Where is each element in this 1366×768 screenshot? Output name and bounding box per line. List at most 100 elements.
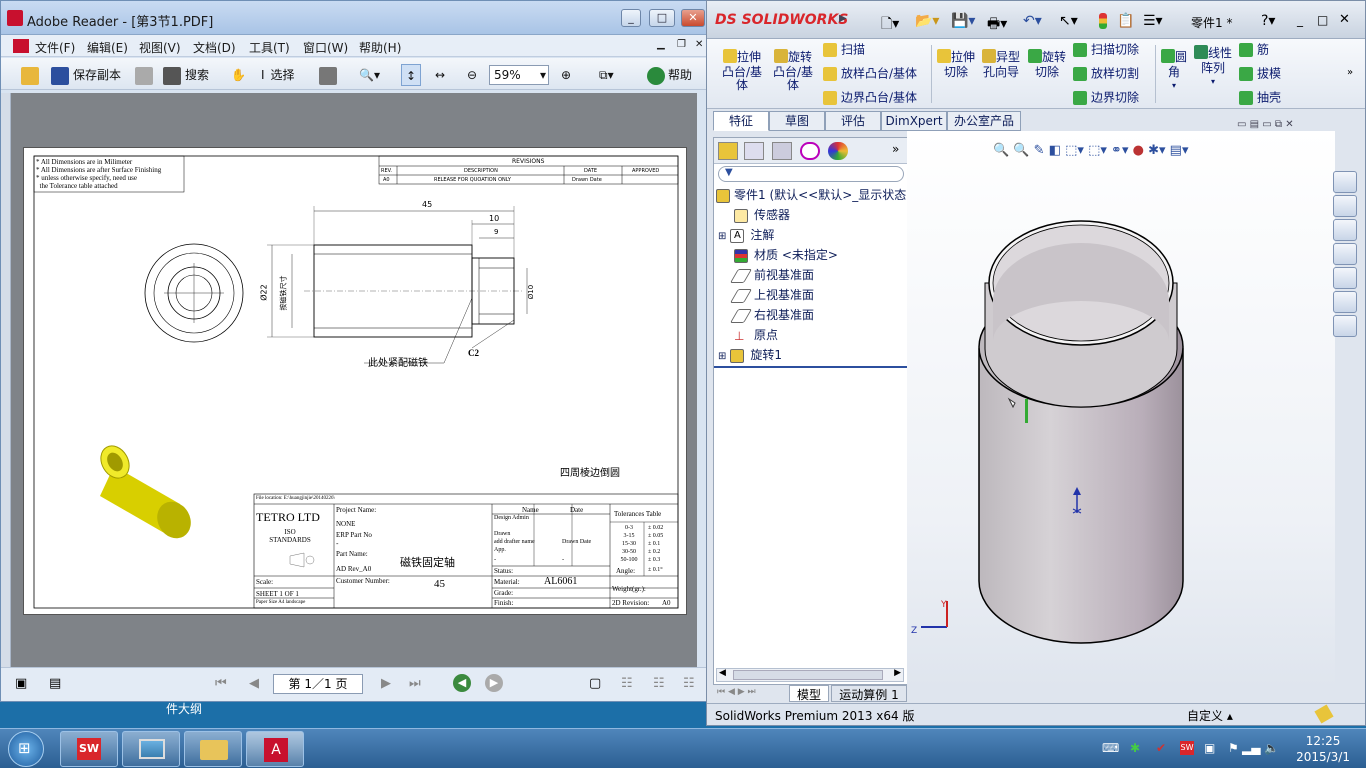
menu-tools[interactable]: 工具(T) — [249, 39, 290, 56]
new-doc-icon[interactable]: 🗋▾ — [881, 13, 899, 37]
tab-features[interactable]: 特征 — [713, 111, 769, 131]
units-customize[interactable]: 自定义 ▴ — [1187, 707, 1233, 724]
fit-page-icon[interactable]: ↕ — [401, 64, 422, 86]
sw-menu-arrow-icon[interactable]: ▶ — [839, 13, 847, 24]
reader-left-panel[interactable] — [1, 93, 11, 667]
revolve-cut-button[interactable]: 旋转切除 — [1027, 49, 1067, 79]
sw-tray-icon[interactable]: SW — [1180, 741, 1194, 755]
flag-icon[interactable]: ⚑ — [1228, 741, 1239, 755]
graphics-area[interactable]: ▭ ▤ ▭ ⧉ ✕ 🔍 🔍 ✎ ◧ ⬚▾ ⬚▾ ⚭▾ ● ✱▾ ▤▾ Z Y — [907, 119, 1335, 687]
maximize-button[interactable]: □ — [649, 9, 675, 27]
extrude-cut-button[interactable]: 拉伸切除 — [937, 49, 975, 79]
boundary-boss-button[interactable]: 边界凸台/基体 — [823, 91, 917, 105]
tab-evaluate[interactable]: 评估 — [825, 111, 881, 131]
rollback-bar[interactable] — [714, 366, 908, 368]
zoom-in-icon[interactable]: ⊕ — [561, 64, 571, 86]
sweep-button[interactable]: 扫描 — [823, 43, 865, 57]
tree-item-revolve1[interactable]: ⊞ 旋转1 — [718, 346, 782, 363]
appearances-icon[interactable] — [1333, 291, 1357, 313]
loft-button[interactable]: 放样凸台/基体 — [823, 67, 917, 81]
tree-item-material[interactable]: 材质 <未指定> — [734, 246, 838, 263]
design-library-icon[interactable] — [1333, 195, 1357, 217]
custom-properties-icon[interactable] — [1333, 315, 1357, 337]
help-icon[interactable]: ?▾ — [1261, 13, 1275, 29]
viewport-tile-icon[interactable]: ▤ — [1250, 119, 1259, 130]
shell-button[interactable]: 抽壳 — [1239, 91, 1281, 105]
fit-width-icon[interactable]: ↔ — [435, 64, 445, 86]
file-properties-icon[interactable]: 📋 — [1117, 13, 1134, 29]
expand-plus-icon[interactable]: ⊞ — [718, 231, 726, 242]
menu-window[interactable]: 窗口(W) — [303, 39, 348, 56]
keyboard-icon[interactable]: ⌨ — [1102, 741, 1119, 755]
close-button[interactable]: ✕ — [681, 9, 705, 27]
tree-horizontal-scrollbar[interactable]: ◀ ▶ — [716, 668, 904, 682]
menu-document[interactable]: 文档(D) — [193, 39, 236, 56]
sw-minimize-button[interactable]: _ — [1297, 13, 1303, 27]
taskbar-clock[interactable]: 12:25 2015/3/1 — [1296, 733, 1350, 765]
revolve-boss-button[interactable]: 旋转凸台/基体 — [769, 49, 817, 92]
tree-item-right-plane[interactable]: 右视基准面 — [729, 306, 814, 323]
page-number-field[interactable]: 第 1／1 页 — [273, 674, 363, 694]
hand-tool-icon[interactable]: ✋ — [231, 64, 246, 86]
print-icon[interactable]: 🖶▾ — [987, 13, 1007, 37]
viewport-minimize-icon[interactable]: ▭ — [1237, 119, 1246, 130]
fillet-dropdown-icon[interactable]: ▾ — [1159, 79, 1189, 92]
draft-button[interactable]: 拔模 — [1239, 67, 1281, 81]
scroll-left-icon[interactable]: ◀ — [719, 668, 726, 678]
tree-item-origin[interactable]: ⊥ 原点 — [734, 326, 778, 343]
continuous-icon[interactable]: ☷ — [621, 676, 633, 691]
ribbon-expand-icon[interactable]: » — [1347, 67, 1353, 78]
select-arrow-icon[interactable]: ↖▾ — [1059, 13, 1078, 29]
tab-motion-study[interactable]: 运动算例 1 — [831, 685, 907, 702]
undo-icon[interactable]: ↶▾ — [1023, 13, 1042, 29]
viewport-maximize-icon[interactable]: ⧉ — [1275, 119, 1282, 130]
feature-tree-tab-icon[interactable] — [718, 142, 738, 160]
extrude-boss-button[interactable]: 拉伸凸台/基体 — [719, 49, 765, 92]
select-tool-button[interactable]: I 选择 — [261, 64, 295, 86]
next-page-icon[interactable]: ▶ — [381, 676, 391, 691]
continuous-facing-icon[interactable]: ☷ — [683, 676, 695, 691]
prev-page-icon[interactable]: ◀ — [249, 676, 259, 691]
configuration-manager-tab-icon[interactable] — [772, 142, 792, 160]
search-button[interactable]: 搜索 — [163, 64, 209, 86]
forward-icon[interactable]: ▶ — [485, 674, 503, 692]
doc-minimize-button[interactable]: ▁ — [657, 39, 665, 50]
sw-maximize-button[interactable]: □ — [1317, 13, 1328, 27]
display-manager-tab-icon[interactable] — [828, 142, 848, 160]
zoom-in-tool-icon[interactable]: 🔍▾ — [359, 64, 380, 86]
single-page-icon[interactable]: ▢ — [589, 676, 601, 691]
taskbar-solidworks[interactable]: SW — [60, 731, 118, 767]
sw-title-bar[interactable]: DS SOLIDWORKS ▶ 🗋▾ 📂▾ 💾▾ 🖶▾ ↶▾ ↖▾ 📋 ☰▾ 零… — [707, 1, 1365, 39]
expand-panel-icon[interactable]: » — [892, 142, 899, 156]
sweep-cut-button[interactable]: 扫描切除 — [1073, 43, 1139, 57]
tree-item-sensors[interactable]: 传感器 — [734, 206, 790, 223]
pattern-dropdown-icon[interactable]: ▾ — [1193, 75, 1233, 88]
viewport-restore-icon[interactable]: ▭ — [1262, 119, 1271, 130]
sw-resources-icon[interactable] — [1333, 171, 1357, 193]
scroll-thumb[interactable] — [733, 670, 883, 680]
save-copy-button[interactable]: 保存副本 — [51, 64, 121, 86]
security-icon[interactable]: ✔ — [1156, 741, 1166, 755]
expand-plus-icon[interactable]: ⊞ — [718, 351, 726, 362]
menu-view[interactable]: 视图(V) — [139, 39, 181, 56]
viewport-close-icon[interactable]: ✕ — [1285, 119, 1293, 130]
hole-wizard-button[interactable]: 异型孔向导 — [981, 49, 1021, 79]
menu-edit[interactable]: 编辑(E) — [87, 39, 128, 56]
open-icon[interactable]: 📂▾ — [915, 13, 939, 29]
tree-filter-input[interactable]: ▼ — [718, 166, 904, 182]
taskbar-explorer[interactable] — [184, 731, 242, 767]
help-button[interactable]: 帮助 — [647, 64, 692, 86]
dimxpert-manager-tab-icon[interactable] — [800, 142, 820, 160]
menu-file[interactable]: 文件(F) — [35, 39, 75, 56]
volume-icon[interactable]: 🔈 — [1264, 741, 1279, 755]
wifi-icon[interactable]: ▂▄ — [1242, 741, 1260, 755]
tree-item-top-plane[interactable]: 上视基准面 — [729, 286, 814, 303]
boundary-cut-button[interactable]: 边界切除 — [1073, 91, 1139, 105]
tab-dimxpert[interactable]: DimXpert — [881, 111, 947, 131]
taskbar-adobe-reader[interactable]: A — [246, 731, 304, 767]
save-icon[interactable]: 💾▾ — [951, 13, 975, 29]
linear-pattern-button[interactable]: 线性阵列 ▾ — [1193, 45, 1233, 88]
pages-icon[interactable]: ⧉▾ — [599, 64, 614, 86]
tree-root-part[interactable]: 零件1 (默认<<默认>_显示状态 — [716, 186, 906, 203]
menu-help[interactable]: 帮助(H) — [359, 39, 401, 56]
